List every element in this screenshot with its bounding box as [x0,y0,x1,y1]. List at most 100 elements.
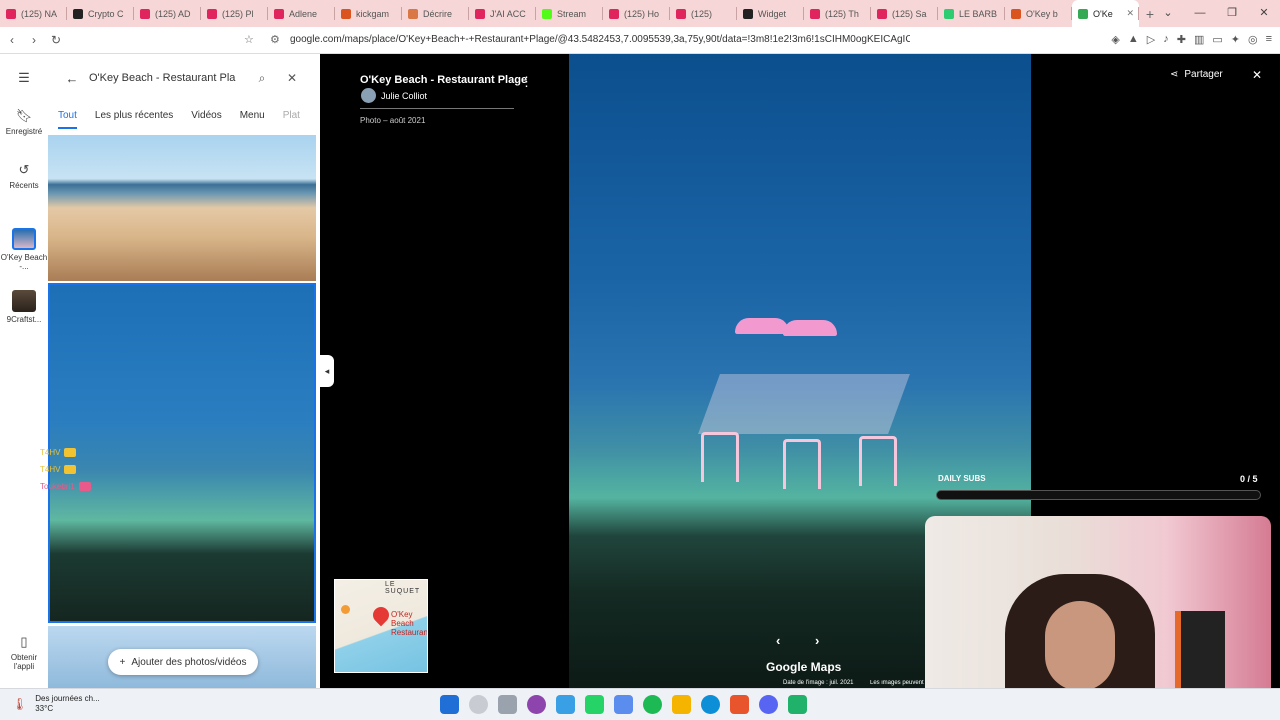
tab-dishes[interactable]: Plat [283,110,300,129]
brave-icon[interactable] [730,695,749,714]
close-window-button[interactable]: ✕ [1248,0,1280,27]
browser-tab[interactable]: (125) NA [0,0,67,27]
tab-videos[interactable]: Vidéos [191,110,221,129]
browser-tab[interactable]: kickgam [335,0,402,27]
tab-label: kickgam [356,8,390,19]
play-icon[interactable]: ▷ [1147,33,1155,46]
rail-item-recent[interactable]: ↺ Récents [0,162,48,190]
next-photo-button[interactable]: › [815,633,819,648]
start-icon[interactable] [440,695,459,714]
sub-badge-icon [64,465,77,474]
edge-icon[interactable] [701,695,720,714]
taskbar-apps [440,695,807,714]
share-button[interactable]: ⋖ Partager [1170,69,1223,80]
restore-button[interactable]: ❐ [1216,0,1248,27]
minimap[interactable]: LE SUQUET O'Key Beach Restaurant [334,579,428,673]
browser-tab[interactable]: (125) [670,0,737,27]
search-taskbar-icon[interactable] [469,695,488,714]
photo-author[interactable]: Julie Colliot [361,88,427,103]
tab-all[interactable]: Tout [58,110,77,129]
more-options-icon[interactable]: ⋮ [520,74,533,90]
url-field[interactable]: google.com/maps/place/O'Key+Beach+-+Rest… [290,34,910,45]
place-title[interactable]: O'Key Beach - Restaurant Plage [360,74,527,86]
tab-label: LE BARB [959,8,998,19]
app-icon[interactable] [788,695,807,714]
audio-icon[interactable]: ♪ [1163,33,1169,46]
browser-tab[interactable]: Adlene [268,0,335,27]
weather-text: Des journées ch... [35,694,100,703]
extensions-icon[interactable]: ✚ [1177,33,1186,46]
brave-shield-icon[interactable]: ◈ [1111,33,1119,46]
share-label: Partager [1184,69,1223,80]
tab-recent[interactable]: Les plus récentes [95,110,173,129]
browser-tab[interactable]: Décrire [402,0,469,27]
browser-tab[interactable]: Widget [737,0,804,27]
rail-item-get-app[interactable]: ▯ Obtenir l'appli [0,634,48,671]
weather-widget[interactable]: 🌡︎ Des journées ch... 33°C [12,694,100,714]
browser-tab[interactable]: Crypto C [67,0,134,27]
favicon-icon [542,8,552,19]
notepad-icon[interactable] [614,695,633,714]
extension-icons: ◈ ▲ ▷ ♪ ✚ ▥ ▭ ✦ ◎ ≡ [1111,33,1272,46]
browser-tab[interactable]: Stream [536,0,603,27]
place-thumbnail [12,228,36,250]
hamburger-icon: ☰ [18,70,30,85]
store-icon[interactable] [556,695,575,714]
app-icon[interactable] [527,695,546,714]
browser-tab[interactable]: J'AI ACC [469,0,536,27]
minimap-place-label: O'Key Beach Restaurant [391,610,428,637]
browser-tab[interactable]: (125) Sa [871,0,938,27]
rail-item-saved[interactable]: 🔖︎ Enregistré [0,108,48,136]
spotify-icon[interactable] [643,695,662,714]
back-arrow-icon[interactable]: ← [59,71,85,86]
search-input[interactable]: O'Key Beach - Restaurant Pla [85,72,247,84]
search-icon[interactable]: ⌕ [247,71,277,86]
photo-thumbnail-selected[interactable] [48,283,316,623]
tab-search-icon[interactable]: ⌄ [1152,0,1184,27]
thermometer-icon: 🌡︎ [12,697,28,711]
photo-thumbnail[interactable] [48,135,316,281]
tab-label: (125) AD [155,8,191,19]
minimize-button[interactable]: — [1184,0,1216,27]
vpn-icon[interactable]: ◎ [1248,33,1258,46]
collapse-panel-button[interactable]: ◂ [320,355,334,387]
browser-tab[interactable]: (125) AD [134,0,201,27]
browser-tab[interactable]: O'Ke ✕ [1072,0,1139,27]
rewards-icon[interactable]: ▲ [1128,33,1139,46]
whatsapp-icon[interactable] [585,695,604,714]
bookmark-star-icon[interactable]: ☆ [244,33,254,46]
daily-subs-progress-bar [936,490,1261,500]
close-tab-icon[interactable]: ✕ [1126,8,1134,19]
browser-tab[interactable]: O'Key b [1005,0,1072,27]
add-photos-button[interactable]: + Ajouter des photos/vidéos [108,649,258,675]
browser-tab[interactable]: (125) Ho [603,0,670,27]
menu-button[interactable]: ☰ [0,70,48,89]
previous-photo-button[interactable]: ‹ [776,633,780,648]
rail-item-okey-beach[interactable]: O'Key Beach -... [0,228,48,271]
tab-menu[interactable]: Menu [240,110,265,129]
chat-item: T4HV [40,448,77,457]
address-bar: ‹ › ↻ ☆ ⚙ google.com/maps/place/O'Key+Be… [0,27,1280,54]
task-view-icon[interactable] [498,695,517,714]
tab-label: O'Ke [1093,8,1113,19]
rail-item-9craftst[interactable]: 9Craftst... [0,290,48,324]
site-info-icon[interactable]: ⚙ [270,33,280,46]
reload-icon[interactable]: ↻ [46,33,66,47]
rail-item-label: 9Craftst... [6,315,42,324]
browser-tab[interactable]: (125) Pl [201,0,268,27]
browser-tab[interactable]: (125) Th [804,0,871,27]
discord-icon[interactable] [759,695,778,714]
sidebar-icon[interactable]: ▥ [1194,33,1204,46]
menu-icon[interactable]: ≡ [1266,33,1272,46]
clear-icon[interactable]: ✕ [277,71,307,85]
wallet-icon[interactable]: ▭ [1212,33,1222,46]
forward-icon[interactable]: › [24,33,44,47]
tab-label: Crypto C [88,8,124,19]
parasol [735,318,789,334]
browser-tab[interactable]: LE BARB [938,0,1005,27]
file-explorer-icon[interactable] [672,695,691,714]
back-icon[interactable]: ‹ [2,33,22,47]
close-viewer-icon[interactable]: ✕ [1252,68,1262,82]
temperature: 33°C [35,704,54,713]
leo-icon[interactable]: ✦ [1231,33,1240,46]
